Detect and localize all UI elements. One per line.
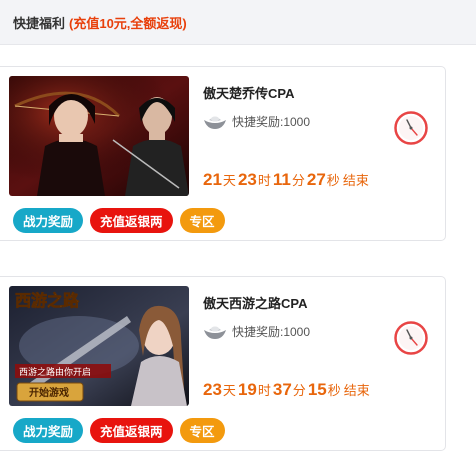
drama-poster-image	[9, 76, 189, 196]
timer-hours-unit: 时	[257, 173, 271, 188]
timer-days-unit: 天	[222, 383, 236, 398]
timer-minutes-unit: 分	[292, 383, 306, 398]
game-thumbnail[interactable]	[9, 76, 189, 196]
recharge-rebate-tag[interactable]: 充值返银两	[90, 208, 173, 233]
recharge-rebate-tag[interactable]: 充值返银两	[90, 418, 173, 443]
timer-minutes-unit: 分	[291, 173, 305, 188]
reward-row: 快捷奖励:1000	[203, 113, 310, 130]
tag-row: 战力奖励 充值返银两 专区	[13, 418, 225, 443]
reward-label: 快捷奖励:1000	[232, 115, 311, 129]
reward-row: 快捷奖励:1000	[203, 323, 310, 340]
poster-logo: 西游之路	[15, 291, 80, 310]
zone-tag[interactable]: 专区	[179, 208, 225, 233]
timer-days: 21	[203, 170, 222, 189]
game-thumbnail[interactable]: 西游之路 西游之路由你开启 开始游戏	[9, 286, 189, 406]
silver-ingot-icon	[204, 326, 226, 339]
poster-tagline: 西游之路由你开启	[19, 366, 91, 378]
timer-seconds-unit: 秒	[327, 383, 341, 398]
power-reward-tag[interactable]: 战力奖励	[13, 208, 84, 233]
countdown-timer: 21 天 23 时 11 分 27 秒 结束	[203, 170, 371, 190]
timer-minutes: 11	[272, 170, 291, 189]
header-title: 快捷福利	[13, 15, 66, 31]
timer-days-unit: 天	[222, 173, 236, 188]
timer-hours: 23	[237, 170, 257, 189]
tag-row: 战力奖励 充值返银两 专区	[13, 208, 225, 233]
timer-seconds: 27	[306, 170, 326, 189]
timer-hours-unit: 时	[257, 383, 271, 398]
reward-label: 快捷奖励:1000	[232, 325, 311, 339]
game-title[interactable]: 傲天楚乔传CPA	[203, 83, 294, 102]
clock-icon	[394, 321, 428, 355]
header-subtitle: (充值10元,全额返现)	[69, 15, 187, 31]
timer-seconds-unit: 秒	[326, 173, 340, 188]
poster-start-button: 开始游戏	[29, 386, 69, 399]
silver-ingot-icon	[204, 116, 226, 129]
zone-tag[interactable]: 专区	[179, 418, 225, 443]
game-card[interactable]: 傲天楚乔传CPA 快捷奖励:1000 21 天 23 时 11 分 27 秒 结…	[0, 66, 446, 241]
timer-seconds: 15	[307, 380, 327, 399]
game-card[interactable]: 西游之路 西游之路由你开启 开始游戏 傲天西游之路CPA 快捷奖励:1000 2…	[0, 276, 446, 451]
power-reward-tag[interactable]: 战力奖励	[13, 418, 84, 443]
game-poster-image: 西游之路 西游之路由你开启 开始游戏	[9, 286, 189, 406]
timer-suffix: 结束	[342, 173, 369, 188]
game-title[interactable]: 傲天西游之路CPA	[203, 293, 307, 312]
welfare-header: 快捷福利 (充值10元,全额返现)	[0, 0, 476, 45]
timer-days: 23	[203, 380, 222, 399]
clock-icon	[394, 111, 428, 145]
countdown-timer: 23 天 19 时 37 分 15 秒 结束	[203, 380, 372, 400]
timer-hours: 19	[237, 380, 257, 399]
timer-minutes: 37	[272, 380, 292, 399]
timer-suffix: 结束	[343, 383, 370, 398]
